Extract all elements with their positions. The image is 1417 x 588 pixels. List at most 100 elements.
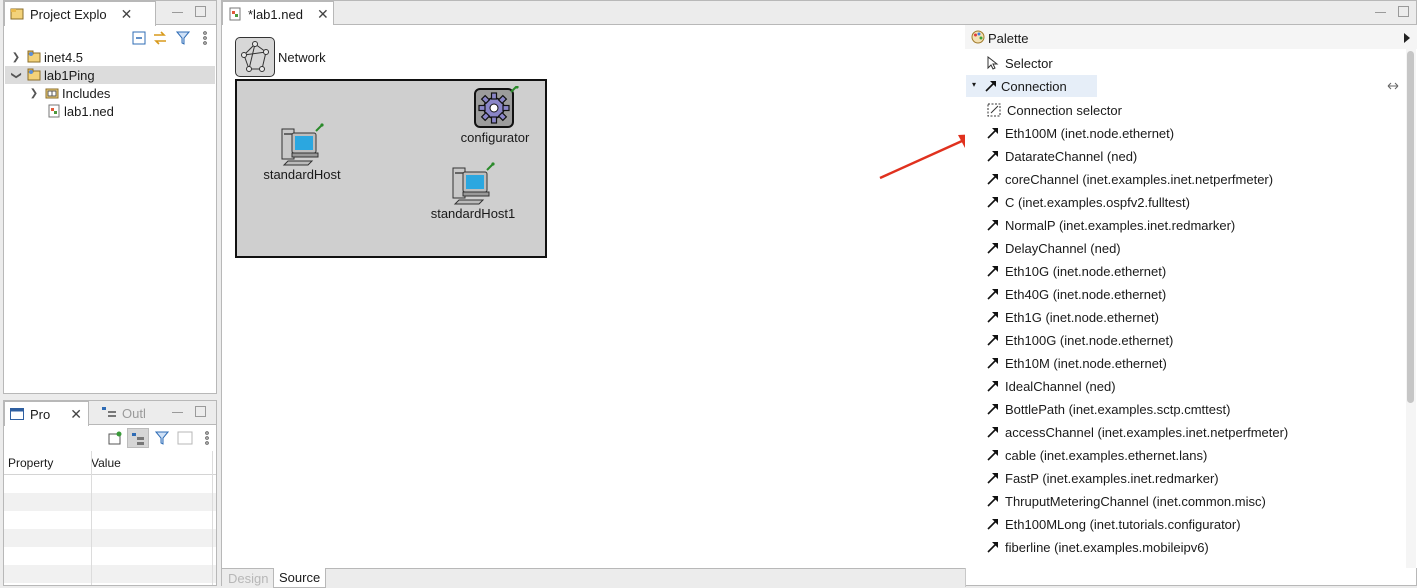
minimize-button[interactable] [1375,6,1386,13]
pin-group-icon[interactable] [1387,82,1399,90]
project-folder-icon [27,50,41,63]
connection-selector-icon [987,103,1001,117]
connection-arrow-icon [985,81,996,92]
restore-default-icon[interactable] [177,431,193,445]
palette-channel-item[interactable]: cable (inet.examples.ethernet.lans) [987,444,1207,466]
connection-arrow-icon [987,381,998,392]
node-label: standardHost1 [430,206,516,221]
palette-channel-item[interactable]: fiberline (inet.examples.mobileipv6) [987,536,1209,558]
link-editor-icon[interactable] [152,30,168,46]
palette-item-label: IdealChannel (ned) [1005,378,1116,394]
tab-source[interactable]: Source [273,568,327,588]
connection-arrow-icon [987,450,998,461]
palette-item-label: Eth10G (inet.node.ethernet) [1005,263,1167,279]
tab-lab1-ned[interactable]: *lab1.ned ✕ [222,1,334,26]
tab-outline-label: Outl [122,405,146,421]
chevron-right-icon[interactable]: ❯ [9,52,23,63]
pin-view-icon[interactable] [108,431,122,445]
palette-channel-item[interactable]: FastP (inet.examples.inet.redmarker) [987,467,1219,489]
tree-item-includes[interactable]: ❯ Includes [5,84,215,102]
node-standard-host[interactable]: standardHost [256,123,348,182]
maximize-button[interactable] [195,6,206,17]
tab-design[interactable]: Design [228,571,268,586]
maximize-button[interactable] [195,406,206,417]
connection-arrow-icon [987,197,998,208]
project-explorer-icon [10,7,24,21]
filter-icon[interactable] [155,431,169,445]
palette-channel-item[interactable]: Eth10G (inet.node.ethernet) [987,260,1166,282]
view-menu-icon[interactable] [204,431,210,445]
connection-arrow-icon [987,496,998,507]
palette-channel-item[interactable]: Eth100MLong (inet.tutorials.configurator… [987,513,1241,535]
computer-icon [452,162,495,205]
tab-lab1-ned-label: *lab1.ned [248,6,303,22]
chevron-right-icon[interactable]: ❯ [27,88,41,99]
palette-channel-item[interactable]: coreChannel (inet.examples.inet.netperfm… [987,168,1273,190]
palette-channel-item[interactable]: DelayChannel (ned) [987,237,1121,259]
minimize-button[interactable] [172,6,183,13]
tab-project-explorer[interactable]: Project Explo ✕ [4,1,156,26]
palette-channel-item[interactable]: BottlePath (inet.examples.sctp.cmttest) [987,398,1230,420]
palette-channel-item[interactable]: Eth40G (inet.node.ethernet) [987,283,1166,305]
node-standard-host1[interactable]: standardHost1 [425,162,521,221]
palette-channel-item[interactable]: NormalP (inet.examples.inet.redmarker) [987,214,1235,236]
tree-item-lab1ping[interactable]: ❯ lab1Ping [5,66,215,84]
tree-item-lab1ned[interactable]: lab1.ned [5,102,215,120]
minimize-button[interactable] [172,406,183,413]
tree-layout-icon [132,433,144,445]
palette-channel-item[interactable]: Eth100M (inet.node.ethernet) [987,122,1174,144]
collapse-all-icon[interactable] [132,31,146,45]
group-expand-icon[interactable]: ▾ [972,80,976,89]
properties-panel: Pro ✕ Outl Property Value [3,400,217,586]
palette-item-label: Eth1G (inet.node.ethernet) [1005,309,1159,325]
palette-channel-item[interactable]: IdealChannel (ned) [987,375,1116,397]
palette-item-label: Eth10M (inet.node.ethernet) [1005,355,1167,371]
close-icon[interactable]: ✕ [121,6,133,23]
collapse-palette-icon[interactable] [1403,33,1411,43]
chevron-down-icon[interactable]: ❯ [11,68,22,82]
connection-arrow-icon [987,404,998,415]
palette-channel-item[interactable]: C (inet.examples.ospfv2.fulltest) [987,191,1190,213]
node-configurator[interactable]: configurator [448,86,542,145]
node-label: standardHost [263,167,341,182]
palette-channel-item[interactable]: Eth1G (inet.node.ethernet) [987,306,1159,328]
maximize-button[interactable] [1398,6,1409,17]
scrollbar-thumb[interactable] [1407,51,1414,403]
filter-icon[interactable] [176,31,190,45]
connection-arrow-icon [987,335,998,346]
ned-file-icon [229,7,241,21]
palette-item-label: Eth100M (inet.node.ethernet) [1005,125,1175,141]
close-icon[interactable]: ✕ [70,406,82,423]
connection-arrow-icon [987,289,998,300]
palette-connection-selector[interactable]: Connection selector [987,99,1122,121]
connection-arrow-icon [987,312,998,323]
palette-channel-item[interactable]: Eth100G (inet.node.ethernet) [987,329,1173,351]
column-header-property: Property [8,456,54,470]
palette-group-label: Connection [1001,79,1067,94]
network-type-icon[interactable] [235,37,275,77]
palette-connection-group[interactable]: ▾ Connection [966,75,1097,97]
tab-properties[interactable]: Pro ✕ [4,401,89,426]
close-icon[interactable]: ✕ [317,6,329,23]
palette-item-label: FastP (inet.examples.inet.redmarker) [1005,470,1219,486]
palette-channel-item[interactable]: ThruputMeteringChannel (inet.common.misc… [987,490,1266,512]
tree-item-inet[interactable]: ❯ inet4.5 [5,48,215,66]
table-row [4,475,216,493]
view-menu-icon[interactable] [202,31,208,45]
connection-arrow-icon [987,473,998,484]
tree-item-label: lab1Ping [44,67,95,83]
design-canvas[interactable]: Network standardHost configurator standa… [222,25,978,568]
palette-channel-item[interactable]: accessChannel (inet.examples.inet.netper… [987,421,1288,443]
categories-toggle[interactable] [127,428,149,448]
palette-item-label: coreChannel (inet.examples.inet.netperfm… [1005,171,1274,187]
palette-channel-item[interactable]: DatarateChannel (ned) [987,145,1137,167]
connection-arrow-icon [987,128,998,139]
palette-selector[interactable]: Selector [987,52,1053,74]
table-row [4,529,216,547]
tab-outline[interactable]: Outl [97,401,152,425]
palette-channel-item[interactable]: Eth10M (inet.node.ethernet) [987,352,1167,374]
gear-icon [474,86,519,128]
properties-toolbar [106,428,214,448]
palette-scrollbar[interactable] [1406,49,1416,568]
table-right-edge [212,451,213,585]
